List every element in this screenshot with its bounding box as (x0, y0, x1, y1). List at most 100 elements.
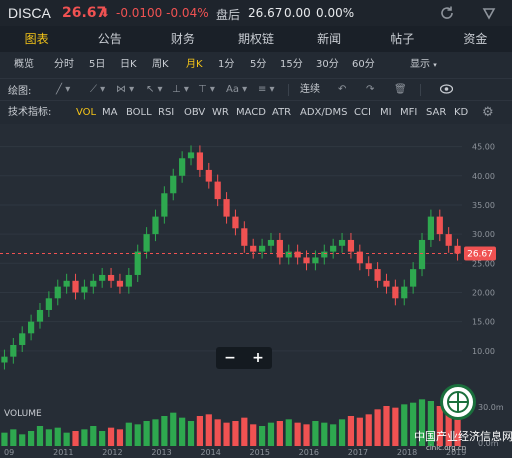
volume-bar (179, 417, 186, 446)
candle-body (321, 251, 328, 258)
candle-body (436, 216, 443, 235)
candle-body (63, 280, 70, 287)
indicator-atr[interactable]: ATR (272, 101, 291, 125)
volume-bar (347, 416, 355, 446)
indicator-obv[interactable]: OBV (184, 101, 205, 125)
volume-bar (330, 424, 337, 446)
volume-bar (45, 429, 52, 446)
volume-bar (312, 421, 319, 446)
indicator-sar[interactable]: SAR (426, 101, 446, 125)
tab-financials[interactable]: 财务 (146, 26, 219, 52)
candle-body (19, 333, 26, 345)
line-tool-icon[interactable]: ╱ ▾ (56, 81, 70, 99)
candle-body (383, 280, 390, 287)
candle-body (214, 181, 221, 200)
fork-tool-icon[interactable]: ⋈ ▾ (116, 81, 134, 99)
indicator-ma[interactable]: MA (102, 101, 117, 125)
candle-body (223, 199, 230, 217)
volume-bar (241, 417, 248, 446)
tab-announcements[interactable]: 公告 (73, 26, 146, 52)
tab-chart[interactable]: 图表 (0, 26, 73, 52)
redo-icon[interactable]: ↷ (366, 81, 374, 99)
volume-bar (54, 427, 61, 446)
period-1min[interactable]: 1分 (218, 52, 234, 78)
arrow-tool-icon[interactable]: ↖ ▾ (146, 81, 163, 99)
watermark-text: 中国产业经济信息网 (414, 430, 512, 443)
connect-button[interactable]: 连续 (300, 81, 320, 99)
indicator-macd[interactable]: MACD (236, 101, 266, 125)
gear-icon[interactable]: ⚙ (482, 101, 494, 125)
ruler-tool-icon[interactable]: ⊤ ▾ (198, 81, 215, 99)
period-overview[interactable]: 概览 (14, 52, 34, 78)
x-tick-label: 2017 (348, 448, 368, 457)
undo-icon[interactable]: ↶ (338, 81, 346, 99)
refresh-icon[interactable] (436, 2, 458, 24)
candle-body (170, 175, 177, 194)
indicator-boll[interactable]: BOLL (126, 101, 152, 125)
fib-tool-icon[interactable]: ≡ ▾ (258, 81, 275, 99)
trend-tool-icon[interactable]: ⟋ ▾ (90, 81, 105, 99)
candle-body (365, 263, 372, 270)
y-tick-label: 40.00 (472, 172, 495, 181)
indicator-vol[interactable]: VOL (76, 101, 96, 125)
volume-bar (187, 421, 195, 446)
period-5day[interactable]: 5日 (89, 52, 105, 78)
site-logo (440, 384, 476, 420)
indicator-wr[interactable]: WR (212, 101, 229, 125)
period-daily[interactable]: 日K (120, 52, 137, 78)
delete-icon[interactable]: 🗑 (394, 81, 407, 99)
display-menu[interactable]: 显示 ▾ (410, 52, 437, 78)
tab-capital-flow[interactable]: 资金 (439, 26, 512, 52)
candle-body (54, 286, 61, 299)
candle-body (179, 158, 186, 176)
indicator-mfi[interactable]: MFI (400, 101, 417, 125)
candle-body (72, 280, 79, 293)
period-intraday[interactable]: 分时 (54, 52, 74, 78)
y-tick-label: 10.00 (472, 347, 495, 356)
tab-posts[interactable]: 帖子 (366, 26, 439, 52)
x-tick-label: 2012 (102, 448, 122, 457)
text-tool-icon[interactable]: Aa ▾ (226, 81, 247, 99)
volume-bar (72, 431, 79, 446)
period-5min[interactable]: 5分 (250, 52, 266, 78)
zoom-controls: − + (216, 347, 272, 369)
candle-body (27, 321, 35, 334)
volume-bar (285, 419, 292, 446)
zoom-in-button[interactable]: + (244, 347, 272, 369)
volume-bar (161, 416, 168, 446)
period-30min[interactable]: 30分 (316, 52, 339, 78)
period-weekly[interactable]: 周K (152, 52, 169, 78)
tab-options-chain[interactable]: 期权链 (219, 26, 292, 52)
volume-bar (196, 416, 204, 446)
candle-body (258, 245, 266, 252)
indicator-mi[interactable]: MI (380, 101, 392, 125)
candle-body (267, 239, 275, 246)
drawing-toolbar: 绘图: ╱ ▾ ⟋ ▾ ⋈ ▾ ↖ ▾ ⊥ ▾ ⊤ ▾ Aa ▾ ≡ ▾ 连续 … (0, 78, 512, 100)
indicator-adx-dms[interactable]: ADX/DMS (300, 101, 347, 125)
indicator-rsi[interactable]: RSI (158, 101, 174, 125)
candle-body (116, 280, 124, 287)
period-60min[interactable]: 60分 (352, 52, 375, 78)
more-icon[interactable] (478, 2, 500, 24)
candle-body (45, 298, 52, 310)
down-arrow-icon: ⬇ (100, 6, 111, 20)
y-tick-label: 15.00 (472, 318, 495, 327)
tab-news[interactable]: 新闻 (293, 26, 366, 52)
eye-icon[interactable] (439, 81, 454, 99)
candle-body (1, 356, 8, 363)
period-monthly[interactable]: 月K (186, 52, 203, 78)
indicator-kd[interactable]: KD (454, 101, 468, 125)
candle-body (134, 251, 141, 275)
period-15min[interactable]: 15分 (280, 52, 303, 78)
volume-bar (383, 406, 390, 446)
zoom-out-button[interactable]: − (216, 347, 244, 369)
hline-tool-icon[interactable]: ⊥ ▾ (172, 81, 189, 99)
candle-body (445, 234, 452, 246)
candle-body (187, 152, 195, 159)
candlestick-chart-svg[interactable]: 45.00 40.00 35.00 30.00 25.00 20.00 15.00 10.00… (0, 124, 512, 458)
after-hours-price: 26.67 (248, 6, 283, 20)
candle-body (410, 269, 417, 287)
volume-bar (205, 414, 212, 446)
price-chart[interactable]: 45.00 40.00 35.00 30.00 25.00 20.00 15.00 10.00… (0, 124, 512, 458)
indicator-cci[interactable]: CCI (354, 101, 371, 125)
